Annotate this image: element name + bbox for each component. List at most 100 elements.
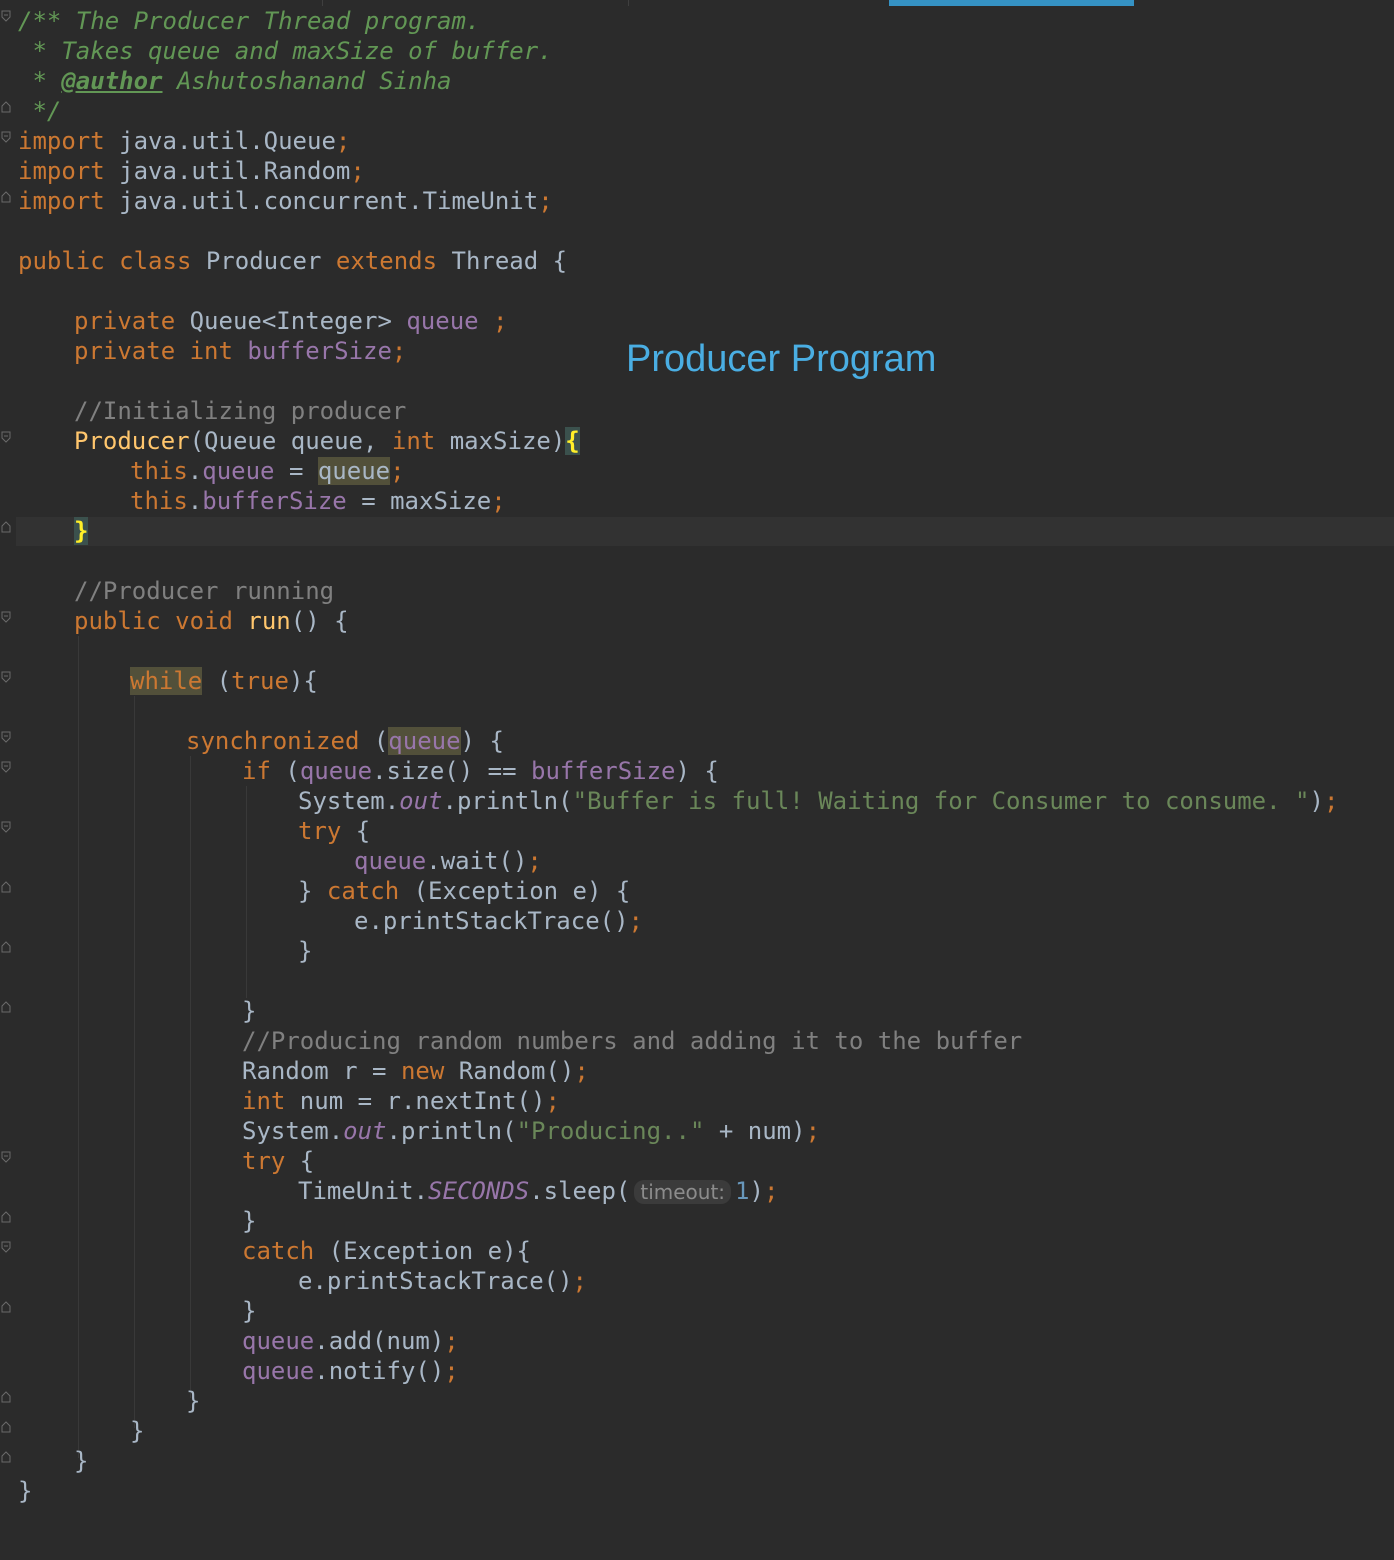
string-literal: "Buffer is full! Waiting for Consumer to… (572, 787, 1310, 815)
field-name: queue (299, 757, 373, 785)
fold-close-icon[interactable] (1, 1001, 11, 1013)
code-line: try { (298, 816, 370, 846)
assign: = (274, 457, 318, 485)
fold-open-icon[interactable] (1, 611, 11, 623)
fold-close-icon[interactable] (1, 101, 11, 113)
fold-close-icon[interactable] (1, 881, 11, 893)
code-line: this.bufferSize = maxSize; (130, 486, 506, 516)
semicolon: ; (444, 1327, 459, 1355)
static-field: SECONDS (428, 1177, 530, 1205)
fold-close-icon[interactable] (1, 1391, 11, 1403)
paren: ) (749, 1177, 764, 1205)
keyword: private (74, 307, 176, 335)
class-ref: TimeUnit. (298, 1177, 429, 1205)
code-line: while (true){ (130, 666, 318, 696)
parameter-hint: timeout: (634, 1180, 732, 1204)
catch-params: (Exception e) { (399, 877, 631, 905)
fold-close-icon[interactable] (1, 1421, 11, 1433)
fold-close-icon[interactable] (1, 941, 11, 953)
keyword: synchronized (186, 727, 360, 755)
brace: } (298, 877, 327, 905)
current-line-highlight (16, 517, 1394, 546)
method-call: .println( (386, 1117, 517, 1145)
code-line: TimeUnit.SECONDS.sleep(timeout: 1); (298, 1176, 778, 1206)
code-line: } (130, 1416, 144, 1446)
doc-comment: * (18, 67, 62, 95)
paren: ( (202, 667, 232, 695)
keyword: try (298, 817, 342, 845)
keyword: int (189, 337, 233, 365)
code-line: * @author Ashutoshanand Sinha (18, 66, 452, 96)
fold-close-icon[interactable] (1, 1211, 11, 1223)
semicolon: ; (335, 127, 351, 155)
matched-brace: { (565, 427, 580, 455)
fold-close-icon[interactable] (1, 1301, 11, 1313)
overlay-title: Producer Program (626, 338, 937, 380)
code-line: queue.notify(); (242, 1356, 459, 1386)
active-tab-indicator[interactable] (889, 0, 1134, 6)
constructor-call: Random() (444, 1057, 575, 1085)
editor-gutter (0, 0, 16, 1560)
fold-close-icon[interactable] (1, 191, 11, 203)
keyword: import (18, 187, 105, 215)
assign: = (346, 487, 391, 515)
line-comment: //Initializing producer (74, 397, 407, 425)
brace: } (130, 1417, 145, 1445)
code-line: //Initializing producer (74, 396, 406, 426)
fold-open-icon[interactable] (1, 761, 11, 773)
keyword: import (18, 127, 105, 155)
constructor-name: Producer (74, 427, 190, 455)
code-line: Random r = new Random(); (242, 1056, 589, 1086)
fold-open-icon[interactable] (1, 431, 11, 443)
class-ref: System. (298, 787, 400, 815)
keyword: int (242, 1087, 286, 1115)
code-line: } (242, 996, 256, 1026)
field-name: bufferSize (202, 487, 347, 515)
declaration: Random r = (242, 1057, 401, 1085)
static-field: out (399, 787, 443, 815)
parameters: maxSize) (435, 427, 566, 455)
code-line: } (186, 1386, 200, 1416)
keyword: if (242, 757, 271, 785)
fold-open-icon[interactable] (1, 731, 11, 743)
fold-open-icon[interactable] (1, 10, 11, 22)
code-line: } (242, 1296, 256, 1326)
indent-guide (190, 756, 191, 1398)
code-line: import java.util.Random; (18, 156, 365, 186)
paren: ) { (675, 757, 719, 785)
static-field: out (343, 1117, 387, 1145)
brace: } (18, 1477, 33, 1505)
code-line: //Producer running (74, 576, 334, 606)
semicolon: ; (391, 337, 407, 365)
code-line: e.printStackTrace(); (354, 906, 643, 936)
keyword: catch (242, 1237, 315, 1265)
keyword: try (242, 1147, 286, 1175)
field-name: queue (202, 457, 275, 485)
brace: { (341, 817, 371, 845)
method-call: .notify() (314, 1357, 445, 1385)
semicolon: ; (805, 1117, 821, 1145)
import-path: java.util.Random (104, 157, 351, 185)
fold-close-icon[interactable] (1, 1451, 11, 1463)
semicolon: ; (1323, 787, 1339, 815)
fold-open-icon[interactable] (1, 131, 11, 143)
field-name: queue (354, 847, 427, 875)
fold-open-icon[interactable] (1, 821, 11, 833)
fold-open-icon[interactable] (1, 1151, 11, 1163)
brace: } (298, 937, 313, 965)
expression: + num) (704, 1117, 806, 1145)
keyword: public class (18, 247, 192, 275)
matched-brace: } (74, 517, 89, 545)
tab-separator (628, 0, 629, 6)
field-name: queue (242, 1327, 315, 1355)
fold-open-icon[interactable] (1, 671, 11, 683)
indent-guide (134, 696, 135, 1428)
code-line: import java.util.concurrent.TimeUnit; (18, 186, 553, 216)
doc-author-name: Ashutoshanand Sinha (162, 67, 452, 95)
fold-open-icon[interactable] (1, 1241, 11, 1253)
declaration: num = r.nextInt() (285, 1087, 546, 1115)
code-line: queue.add(num); (242, 1326, 459, 1356)
code-line: } (298, 936, 312, 966)
code-line: queue.wait(); (354, 846, 542, 876)
fold-close-icon[interactable] (1, 521, 11, 533)
